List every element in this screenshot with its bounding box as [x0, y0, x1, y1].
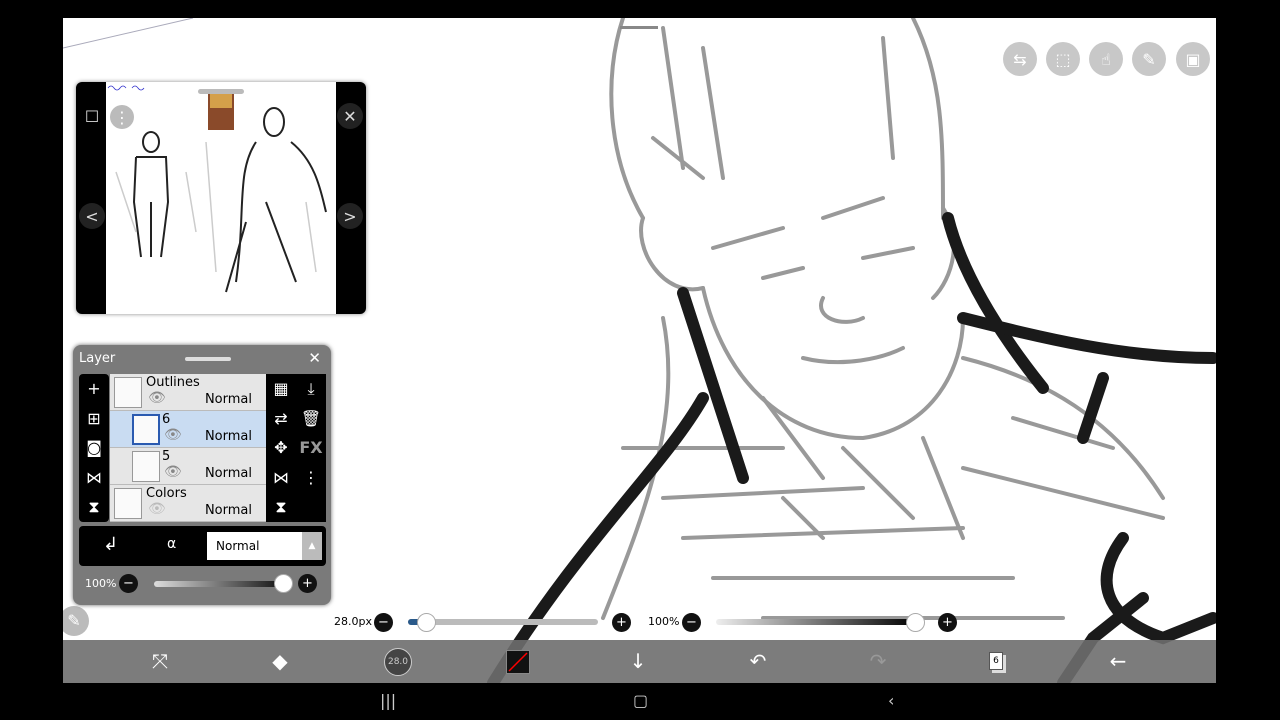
layer-bottom-bar: ↲ α Normal ▲ — [79, 526, 326, 566]
back-arrow-icon[interactable]: ← — [1098, 640, 1138, 683]
blend-mode-select[interactable]: Normal ▲ — [207, 532, 322, 560]
layer-name: 6 — [162, 412, 171, 427]
touch-icon[interactable]: ☝ — [1089, 42, 1123, 76]
layer-blend: Normal — [204, 466, 252, 481]
layer-blend: Normal — [204, 392, 252, 407]
layers-button[interactable]: 6 — [989, 652, 1003, 670]
eraser-icon[interactable]: ◆ — [260, 640, 300, 683]
layer-row-outlines[interactable]: Outlines 👁 Normal — [110, 374, 266, 411]
brush-size-slider[interactable] — [408, 619, 598, 625]
layer-row-6[interactable]: 6 👁 Normal — [110, 411, 266, 448]
redo-icon[interactable]: ↷ — [858, 640, 898, 683]
prev-reference-button[interactable]: < — [79, 203, 105, 229]
brush-size-button[interactable]: 28.0 — [384, 648, 412, 676]
more-icon[interactable]: ⋮ — [110, 105, 134, 129]
folder-icon — [114, 488, 142, 519]
android-nav-bar: ||| ▢ ‹ — [0, 683, 1280, 720]
home-icon[interactable]: ▢ — [633, 691, 648, 710]
reference-image — [106, 82, 336, 314]
alpha-lock-icon[interactable]: α — [167, 536, 176, 552]
layer-row-5[interactable]: 5 👁 Normal — [110, 448, 266, 485]
no-color-slash — [508, 652, 528, 672]
camera-icon[interactable]: ◙ — [79, 433, 109, 463]
layer-blend: Normal — [204, 503, 252, 518]
brush-opacity-knob[interactable] — [906, 613, 925, 632]
layer-row-colors[interactable]: Colors 👁 Normal — [110, 485, 266, 522]
reference-sketch — [107, 85, 327, 293]
close-layer-panel-button[interactable]: ✕ — [308, 349, 321, 367]
brush-size-knob[interactable] — [417, 613, 436, 632]
clipping-icon[interactable]: ↲ — [103, 534, 118, 555]
undo-icon[interactable]: ↶ — [738, 640, 778, 683]
next-reference-button[interactable]: > — [337, 203, 363, 229]
opacity-slider-knob[interactable] — [274, 574, 293, 593]
layer-list[interactable]: Outlines 👁 Normal 6 👁 Normal 5 👁 Normal … — [110, 374, 266, 522]
brush-size-plus[interactable]: + — [612, 613, 631, 632]
layer-name: Colors — [146, 486, 187, 501]
close-reference-button[interactable]: ✕ — [337, 103, 363, 129]
brush-opacity-slider[interactable] — [716, 619, 916, 625]
color-swatch[interactable] — [506, 650, 530, 674]
transform-tool-icon[interactable]: ⤧ — [140, 640, 180, 683]
flip-vertical-icon[interactable]: ⧗ — [79, 492, 109, 522]
layer-opacity-row: 100% − + — [73, 571, 331, 601]
reference-window: ☐ ⋮ ✕ < > — [76, 82, 366, 314]
layer-left-tools: + ⊞ ◙ ⋈ ⧗ — [79, 374, 109, 522]
brush-size-label: 28.0px — [334, 615, 372, 628]
rotate-flip-icon[interactable]: ⋈ — [266, 463, 296, 493]
duplicate-layer-icon[interactable]: ⊞ — [79, 404, 109, 434]
reference-drag-handle[interactable] — [198, 89, 244, 94]
selection-icon[interactable]: ⬚ — [1046, 42, 1080, 76]
eye-icon[interactable]: 👁 — [148, 390, 166, 406]
transparency-icon[interactable]: ▦ — [266, 374, 296, 404]
download-arrow-icon[interactable]: ↓ — [618, 640, 658, 683]
brush-opacity-label: 100% — [648, 615, 680, 628]
trash-icon[interactable]: 🗑 — [296, 404, 326, 434]
brush-opacity-plus[interactable]: + — [938, 613, 957, 632]
image-icon[interactable]: ▣ — [1176, 42, 1210, 76]
opacity-label: 100% — [85, 577, 117, 590]
canvas-handle — [620, 26, 658, 29]
layer-panel: Layer ✕ + ⊞ ◙ ⋈ ⧗ Outlines 👁 Normal 6 👁 … — [73, 345, 331, 605]
reference-handwriting — [107, 85, 145, 91]
layer-name: Outlines — [146, 375, 200, 390]
swap-layer-icon[interactable]: ⇄ — [266, 404, 296, 434]
blend-mode-value: Normal — [216, 539, 260, 553]
frame-toggle-icon[interactable]: ☐ — [79, 103, 105, 129]
eye-icon[interactable]: 👁 — [164, 464, 182, 480]
recents-icon[interactable]: ||| — [380, 691, 396, 710]
layer-thumbnail — [132, 414, 160, 445]
layer-right-tools: ▦ ⤓ ⇄ 🗑 ✥ FX ⋈ ⋮ ⧗ — [266, 374, 326, 522]
more-options-icon[interactable]: ⋮ — [296, 463, 326, 493]
eye-icon[interactable]: 👁 — [148, 501, 166, 517]
fx-button[interactable]: FX — [296, 433, 326, 463]
opacity-slider[interactable] — [154, 581, 284, 587]
brush-size-minus[interactable]: − — [374, 613, 393, 632]
back-icon[interactable]: ‹ — [888, 691, 894, 710]
folder-icon — [114, 377, 142, 408]
merge-down-icon[interactable]: ⤓ — [296, 374, 326, 404]
flip-horizontal-icon[interactable]: ⋈ — [79, 463, 109, 493]
move-icon[interactable]: ✥ — [266, 433, 296, 463]
opacity-minus-button[interactable]: − — [119, 574, 138, 593]
brush-opacity-minus[interactable]: − — [682, 613, 701, 632]
panel-drag-handle[interactable] — [185, 357, 231, 361]
eye-icon[interactable]: 👁 — [164, 427, 182, 443]
dropdown-arrow-icon: ▲ — [302, 532, 322, 560]
flip-vertical-layer-icon[interactable]: ⧗ — [266, 492, 296, 522]
add-layer-icon[interactable]: + — [79, 374, 109, 404]
toggle-icon[interactable]: ⇆ — [1003, 42, 1037, 76]
opacity-plus-button[interactable]: + — [298, 574, 317, 593]
bottom-toolbar: ⤧ ◆ 28.0 ↓ ↶ ↷ 6 ← — [63, 640, 1216, 683]
layer-thumbnail — [132, 451, 160, 482]
layer-panel-title: Layer — [79, 351, 116, 366]
layer-blend: Normal — [204, 429, 252, 444]
layer-name: 5 — [162, 449, 171, 464]
ruler-icon[interactable]: ✎ — [1132, 42, 1166, 76]
